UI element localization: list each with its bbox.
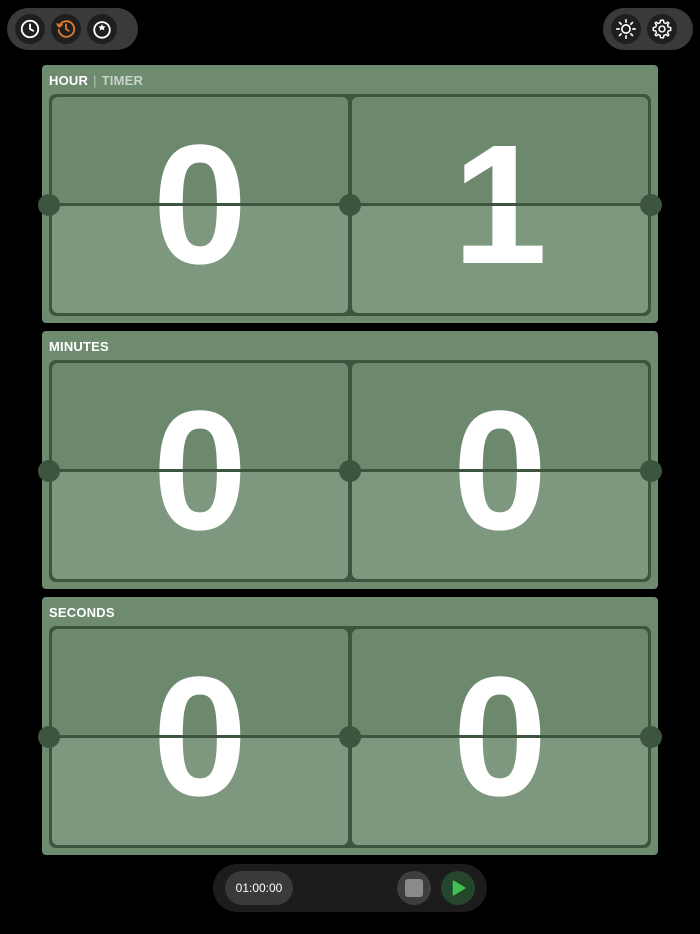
hinge-knob-right: [640, 726, 662, 748]
stopwatch-mode-button[interactable]: [87, 14, 117, 44]
hour-flip-board: 0 1: [38, 94, 662, 316]
hinge-knob-right: [640, 194, 662, 216]
hinge-knob-center: [339, 194, 361, 216]
minutes-flip-board: 0 0: [38, 360, 662, 582]
history-timer-icon: [56, 20, 76, 38]
hour-panel: HOUR | TIMER 0 1: [38, 65, 662, 323]
hinge-knob-left: [38, 194, 60, 216]
hour-panel-title: HOUR | TIMER: [49, 73, 143, 88]
duration-button[interactable]: 01:00:00: [225, 871, 293, 905]
hinge-knob-left: [38, 726, 60, 748]
stop-icon: [405, 879, 423, 897]
hinge-knob-center: [339, 460, 361, 482]
hinge-knob-left: [38, 460, 60, 482]
gear-icon: [652, 19, 672, 39]
brightness-button[interactable]: [611, 14, 641, 44]
seconds-flip-board: 0 0: [38, 626, 662, 848]
stop-button[interactable]: [397, 871, 431, 905]
play-icon: [452, 880, 466, 896]
settings-button[interactable]: [647, 14, 677, 44]
clock-icon: [20, 19, 40, 39]
hinge-knob-right: [640, 460, 662, 482]
utility-buttons: [603, 8, 693, 50]
minutes-panel: MINUTES 0 0: [38, 331, 662, 589]
clock-button[interactable]: [15, 14, 45, 44]
timer-label[interactable]: TIMER: [102, 73, 143, 88]
hour-label: HOUR: [49, 73, 89, 88]
hinge-knob-center: [339, 726, 361, 748]
star-timer-icon: [93, 21, 111, 39]
play-button[interactable]: [441, 871, 475, 905]
timer-mode-button[interactable]: [51, 14, 81, 44]
minutes-panel-title: MINUTES: [49, 339, 109, 354]
title-separator: |: [93, 73, 97, 88]
timer-control-bar: 01:00:00: [213, 864, 487, 912]
seconds-panel-title: SECONDS: [49, 605, 115, 620]
brightness-icon: [616, 19, 636, 39]
seconds-panel: SECONDS 0 0: [38, 597, 662, 855]
mode-selector: [7, 8, 138, 50]
